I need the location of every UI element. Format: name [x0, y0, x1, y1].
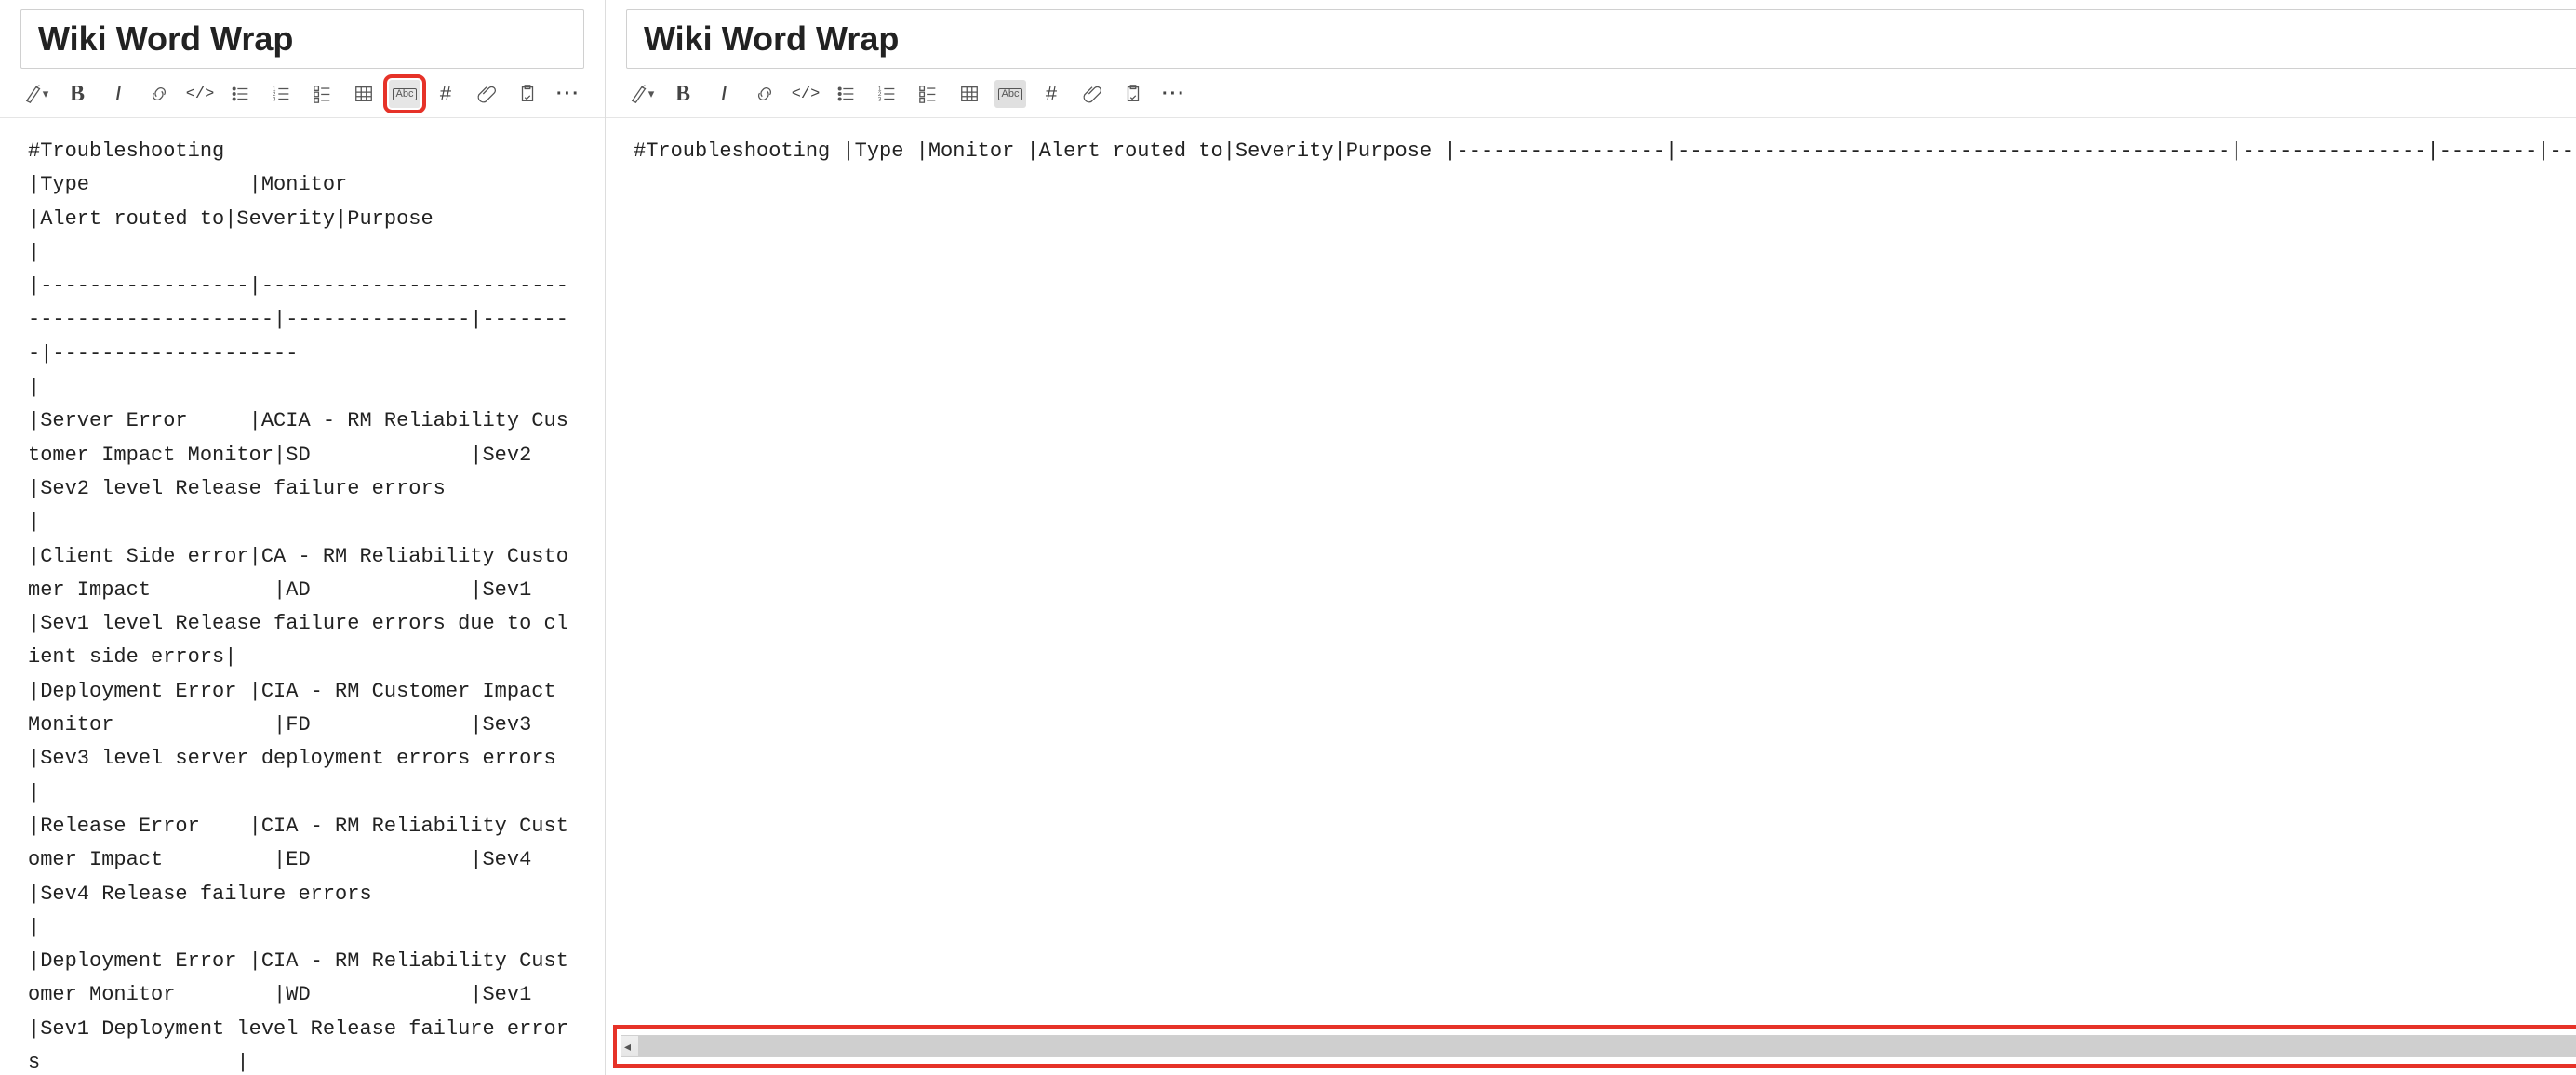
bold-button[interactable]: B: [667, 80, 699, 108]
checklist-button[interactable]: [913, 80, 944, 108]
code-icon: </>: [792, 86, 821, 103]
bold-icon: B: [675, 82, 690, 107]
numbered-list-icon: 123: [877, 84, 898, 104]
svg-text:3: 3: [878, 96, 882, 102]
code-button[interactable]: </>: [184, 80, 216, 108]
editor-content-nowrap[interactable]: #Troubleshooting |Type |Monitor |Alert r…: [606, 118, 2576, 1075]
more-button[interactable]: ···: [553, 80, 584, 108]
word-wrap-icon: Abc: [393, 88, 418, 100]
code-icon: </>: [186, 86, 215, 103]
italic-button[interactable]: I: [102, 80, 134, 108]
workitem-button[interactable]: [512, 80, 543, 108]
numbered-list-button[interactable]: 123: [872, 80, 903, 108]
bullet-list-icon: [231, 84, 251, 104]
more-icon: ···: [556, 84, 581, 105]
more-icon: ···: [1162, 84, 1186, 105]
checklist-icon: [313, 84, 333, 104]
checklist-button[interactable]: [307, 80, 339, 108]
link-button[interactable]: [749, 80, 781, 108]
bullet-list-button[interactable]: [225, 80, 257, 108]
hashtag-button[interactable]: #: [430, 80, 461, 108]
workitem-button[interactable]: [1117, 80, 1149, 108]
format-painter-icon: [630, 84, 650, 104]
toolbar: ▾ B I </> 123 Abc # ···: [606, 74, 2576, 118]
bullet-list-icon: [836, 84, 857, 104]
italic-icon: I: [720, 82, 727, 107]
clipboard-icon: [517, 84, 538, 104]
link-icon: [754, 84, 775, 104]
hashtag-button[interactable]: #: [1035, 80, 1067, 108]
table-icon: [354, 84, 374, 104]
paperclip-icon: [476, 84, 497, 104]
code-button[interactable]: </>: [790, 80, 821, 108]
paperclip-icon: [1082, 84, 1102, 104]
format-painter-button[interactable]: ▾: [20, 80, 52, 108]
right-pane: Wiki Word Wrap ▾ B I </> 123 Abc #: [606, 0, 2576, 1075]
checklist-icon: [918, 84, 939, 104]
word-wrap-button[interactable]: Abc: [389, 80, 420, 108]
italic-button[interactable]: I: [708, 80, 740, 108]
chevron-down-icon: ▾: [648, 86, 655, 101]
italic-icon: I: [114, 82, 122, 107]
bold-icon: B: [70, 82, 85, 107]
numbered-list-button[interactable]: 123: [266, 80, 298, 108]
numbered-list-icon: 123: [272, 84, 292, 104]
link-button[interactable]: [143, 80, 175, 108]
svg-text:3: 3: [273, 96, 276, 102]
hashtag-icon: #: [440, 82, 451, 106]
title-input[interactable]: Wiki Word Wrap: [20, 9, 584, 69]
table-button[interactable]: [954, 80, 985, 108]
bullet-list-button[interactable]: [831, 80, 862, 108]
clipboard-icon: [1123, 84, 1143, 104]
chevron-down-icon: ▾: [43, 86, 49, 101]
format-painter-icon: [24, 84, 45, 104]
link-icon: [149, 84, 169, 104]
toolbar: ▾ B I </> 123 Abc # ···: [0, 74, 605, 118]
table-button[interactable]: [348, 80, 380, 108]
table-icon: [959, 84, 980, 104]
hashtag-icon: #: [1046, 82, 1057, 106]
bold-button[interactable]: B: [61, 80, 93, 108]
more-button[interactable]: ···: [1158, 80, 1190, 108]
attachment-button[interactable]: [471, 80, 502, 108]
word-wrap-button[interactable]: Abc: [994, 80, 1026, 108]
editor-content-wrapped[interactable]: #Troubleshooting |Type |Monitor |Alert r…: [0, 118, 605, 1075]
format-painter-button[interactable]: ▾: [626, 80, 658, 108]
left-pane: Wiki Word Wrap ▾ B I </> 123 Abc #: [0, 0, 606, 1075]
editor-text: #Troubleshooting |Type |Monitor |Alert r…: [28, 139, 605, 1075]
title-input[interactable]: Wiki Word Wrap: [626, 9, 2576, 69]
attachment-button[interactable]: [1076, 80, 1108, 108]
word-wrap-icon: Abc: [998, 88, 1023, 100]
